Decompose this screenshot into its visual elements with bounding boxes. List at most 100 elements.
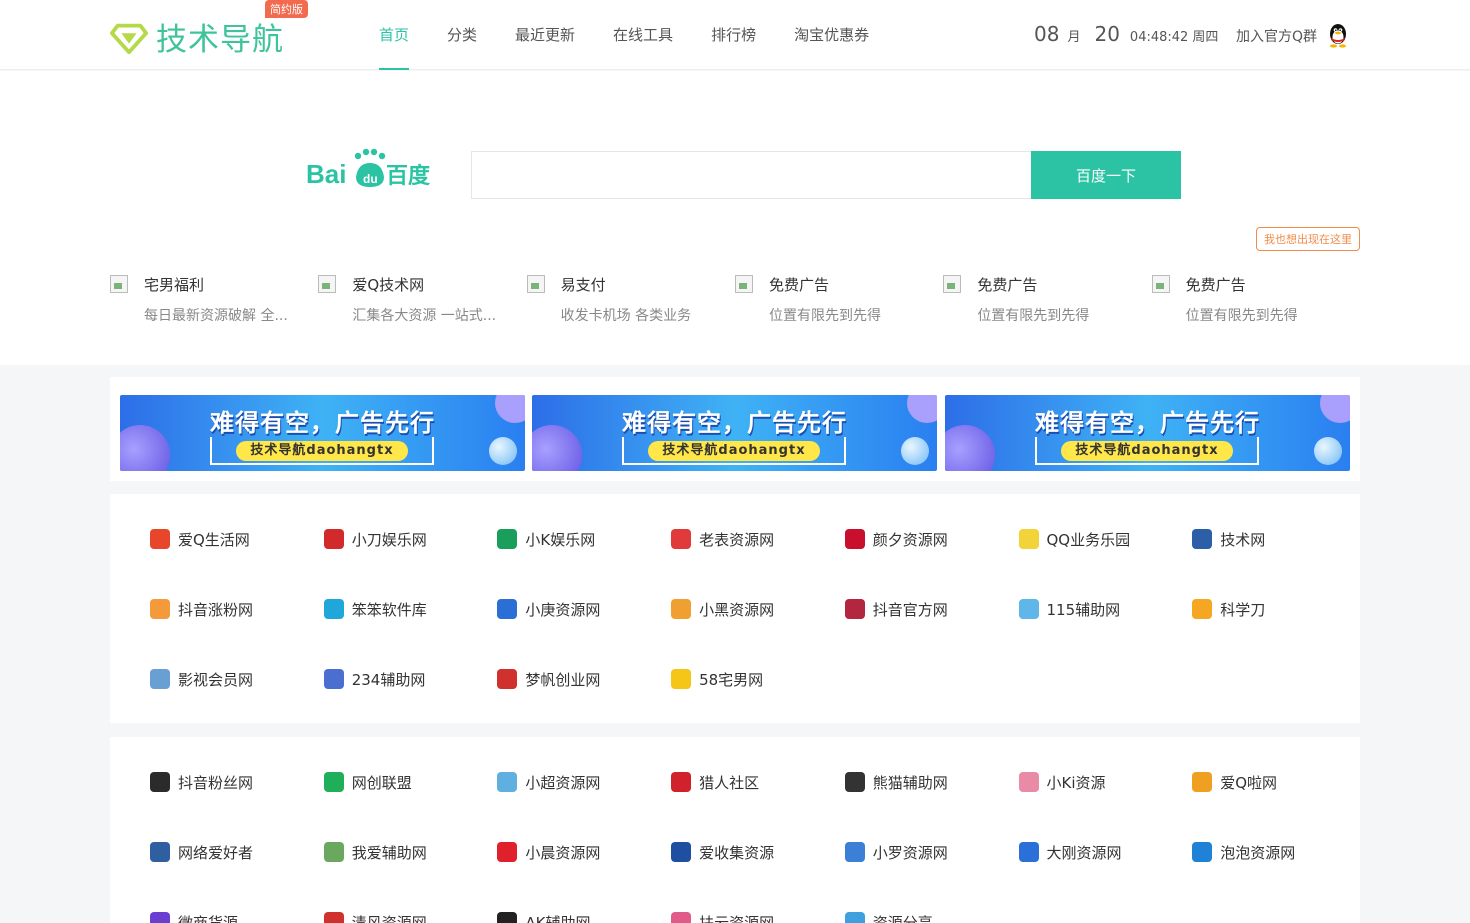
site-link[interactable]: 熊猫辅助网 <box>844 770 948 794</box>
site-name: 抖音涨粉网 <box>178 600 254 619</box>
seven-icon <box>150 912 170 923</box>
circle-c-icon <box>323 599 344 619</box>
site-name: 老表资源网 <box>699 530 775 549</box>
tree-icon <box>323 842 344 862</box>
site-link[interactable]: 科学刀 <box>1192 597 1265 621</box>
banner-frame: 技术导航daohangtx <box>210 437 434 465</box>
site-grid-1: 爱Q生活网 小刀娱乐网 小K娱乐网 老表资源网 颜夕资源网 QQ业务乐园 技术网抖音涨粉网 笨… <box>110 494 1360 723</box>
nav-item-1[interactable]: 分类 <box>447 0 477 70</box>
advertise-here-link[interactable]: 我也想出现在这里 <box>1256 227 1360 251</box>
site-link[interactable]: 技术网 <box>1192 527 1265 551</box>
site-link[interactable]: 颜夕资源网 <box>844 527 948 551</box>
decor-bubble <box>489 437 517 465</box>
logo-text: 技术导航 <box>156 22 284 58</box>
svg-text:Bai: Bai <box>306 159 346 189</box>
text-ad-title: 免费广告 <box>1185 276 1246 294</box>
site-name: 抖音官方网 <box>872 600 948 619</box>
site-name: 影视会员网 <box>178 670 254 689</box>
site-logo[interactable]: 技术导航 简约版 <box>110 0 308 59</box>
site-name: 猎人社区 <box>699 773 760 792</box>
broken-image-icon <box>318 275 337 293</box>
stripe-icon <box>1192 529 1213 549</box>
site-link[interactable]: 小K娱乐网 <box>497 527 595 551</box>
site-name: 小庚资源网 <box>525 600 601 619</box>
site-name: 小黑资源网 <box>699 600 775 619</box>
nav-item-2[interactable]: 最近更新 <box>515 0 575 70</box>
banner-tagline: 技术导航daohangtx <box>648 441 820 461</box>
site-link[interactable]: 微商货源 <box>150 910 238 923</box>
ad-banner[interactable]: 难得有空，广告先行 技术导航daohangtx <box>532 395 937 471</box>
baidu-logo[interactable]: Bai du 百度 <box>306 147 430 189</box>
panda-icon <box>844 772 865 792</box>
site-link[interactable]: 笨笨软件库 <box>323 597 427 621</box>
site-name: 资源分享 <box>872 913 933 923</box>
text-ad[interactable]: 易支付 收发卡机场 各类业务 <box>526 271 735 331</box>
pen-icon <box>1192 599 1213 619</box>
bars-icon <box>323 669 344 689</box>
text-ad-desc: 位置有限先到先得 <box>977 308 1090 324</box>
site-link[interactable]: 抖音涨粉网 <box>150 597 253 621</box>
clock-time: 04:48:42 <box>1129 30 1189 45</box>
yan-icon <box>844 529 865 549</box>
seal-icon <box>671 529 692 549</box>
orange-box-icon <box>150 599 170 619</box>
site-name: 小罗资源网 <box>872 843 948 862</box>
site-name: 大刚资源网 <box>1046 843 1122 862</box>
site-link[interactable]: 网络爱好者 <box>150 840 253 864</box>
site-link[interactable]: 抖音粉丝网 <box>150 770 253 794</box>
meng-icon <box>323 772 344 792</box>
site-link[interactable]: 爱收集资源 <box>671 840 774 864</box>
site-name: 清风资源网 <box>351 913 427 923</box>
text-ad-title: 宅男福利 <box>144 276 205 294</box>
top-header: 技术导航 简约版 首页 分类 最近更新 在线工具 排行榜 淘宝优惠券 08 月 20 04… <box>0 0 1470 70</box>
text-ad[interactable]: 爱Q技术网 汇集各大资源 一站式... <box>318 271 526 331</box>
site-link[interactable]: 抖音官方网 <box>844 597 948 621</box>
site-link[interactable]: 小刀娱乐网 <box>323 527 427 551</box>
site-link[interactable]: 泡泡资源网 <box>1192 840 1295 864</box>
site-link[interactable]: 小庚资源网 <box>497 597 600 621</box>
site-link[interactable]: 网创联盟 <box>323 770 412 794</box>
site-link[interactable]: AK辅助网 <box>497 910 591 923</box>
nav-item-0[interactable]: 首页 <box>379 0 410 70</box>
nav-item-4[interactable]: 排行榜 <box>711 0 756 70</box>
site-link[interactable]: 梦帆创业网 <box>497 667 600 691</box>
site-link[interactable]: 爱Q啦网 <box>1192 770 1277 794</box>
text-ad[interactable]: 宅男福利 每日最新资源破解 全... <box>110 271 318 331</box>
site-link[interactable]: 猎人社区 <box>671 770 759 794</box>
site-link[interactable]: 115辅助网 <box>1018 597 1120 621</box>
text-ad[interactable]: 免费广告 位置有限先到先得 <box>1151 271 1360 331</box>
site-link[interactable]: QQ业务乐园 <box>1018 527 1130 551</box>
site-link[interactable]: 资源分享 <box>844 910 933 923</box>
site-link[interactable]: 影视会员网 <box>150 667 253 691</box>
ad-banner[interactable]: 难得有空，广告先行 技术导航daohangtx <box>945 395 1350 471</box>
site-link[interactable]: 老表资源网 <box>671 527 774 551</box>
nav-item-5[interactable]: 淘宝优惠券 <box>794 0 869 70</box>
date-clock: 08 月 20 04:48:42 周四 <box>1034 22 1218 46</box>
text-ad[interactable]: 免费广告 位置有限先到先得 <box>734 271 943 331</box>
site-link[interactable]: 小黑资源网 <box>671 597 774 621</box>
site-name: 网络爱好者 <box>178 843 254 862</box>
site-link[interactable]: 58宅男网 <box>671 667 763 691</box>
nav-item-3[interactable]: 在线工具 <box>613 0 673 70</box>
site-link[interactable]: 小晨资源网 <box>497 840 600 864</box>
qq-penguin-icon[interactable] <box>1327 22 1349 48</box>
ad-banner[interactable]: 难得有空，广告先行 技术导航daohangtx <box>120 395 525 471</box>
baidu-search-button[interactable]: 百度一下 <box>1031 151 1181 199</box>
site-link[interactable]: 小罗资源网 <box>844 840 948 864</box>
site-link[interactable]: 小Ki资源 <box>1018 770 1106 794</box>
panda-icon <box>844 599 865 619</box>
site-name: 我爱辅助网 <box>351 843 427 862</box>
site-link[interactable]: 扶云资源网 <box>671 910 774 923</box>
site-name: 58宅男网 <box>699 670 764 689</box>
site-link[interactable]: 234辅助网 <box>323 667 426 691</box>
site-link[interactable]: 爱Q生活网 <box>150 527 250 551</box>
text-ad[interactable]: 免费广告 位置有限先到先得 <box>943 271 1151 331</box>
site-link[interactable]: 小超资源网 <box>497 770 600 794</box>
banner-headline: 难得有空，广告先行 <box>210 409 435 437</box>
site-link[interactable]: 清风资源网 <box>323 910 427 923</box>
join-qq-group-link[interactable]: 加入官方Q群 <box>1236 26 1317 46</box>
site-link[interactable]: 大刚资源网 <box>1018 840 1122 864</box>
search-input[interactable] <box>471 151 1031 199</box>
site-link[interactable]: 我爱辅助网 <box>323 840 427 864</box>
site-name: 234辅助网 <box>351 670 426 689</box>
